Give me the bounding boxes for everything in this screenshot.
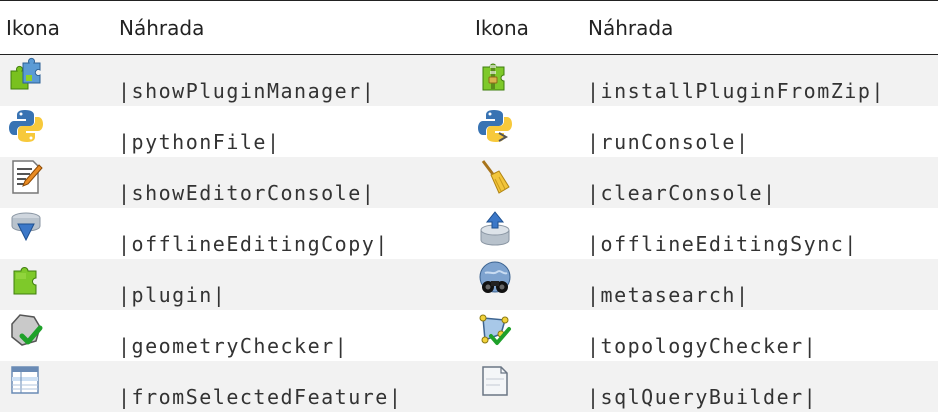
sql-query-builder-icon — [482, 365, 508, 396]
table-row: |pythonFile| |runConsole| — [0, 105, 938, 157]
replacement-code: |clearConsole| — [587, 180, 777, 205]
replacement-code: |plugin| — [118, 282, 227, 307]
replacement-code: |installPluginFromZip| — [587, 79, 885, 103]
icon-column-header: Ikona — [469, 0, 579, 55]
table-row: |offlineEditingCopy| |offlineEditingSync… — [0, 207, 938, 259]
icon-cell — [469, 259, 579, 310]
icon-cell — [0, 361, 110, 412]
icon-cell — [0, 55, 110, 106]
table-row: |geometryChecker| |topologyChecker| — [0, 309, 938, 361]
icon-cell — [469, 310, 579, 361]
replacement-code: |offlineEditingSync| — [587, 231, 858, 256]
geometry-checker-icon — [11, 313, 43, 346]
replacement-column-header: Náhrada — [110, 0, 469, 55]
icon-column-header: Ikona — [0, 0, 110, 55]
replacement-code: |showEditorConsole| — [118, 180, 376, 205]
icon-cell — [469, 208, 579, 259]
table-header-row: Ikona Náhrada Ikona Náhrada — [0, 0, 938, 55]
replacement-code: |topologyChecker| — [587, 333, 818, 358]
editor-console-icon — [12, 159, 43, 194]
clear-console-broom-icon — [481, 159, 510, 194]
replacement-code: |runConsole| — [587, 129, 750, 154]
icon-cell — [0, 259, 110, 310]
run-console-icon — [478, 109, 512, 142]
metasearch-binoculars-icon — [479, 261, 511, 293]
icon-replacement-table: Ikona Náhrada Ikona Náhrada |showPluginM… — [0, 0, 938, 412]
replacement-code: |geometryChecker| — [118, 333, 349, 358]
table-row: |showEditorConsole| |clearConsole| — [0, 156, 938, 208]
python-file-icon — [9, 109, 43, 142]
offline-editing-sync-icon — [480, 210, 510, 246]
table-row: |fromSelectedFeature| |sqlQueryBuilder| — [0, 360, 938, 412]
topology-checker-icon — [479, 314, 511, 345]
icon-cell — [0, 208, 110, 259]
icon-replacement-table-container: Ikona Náhrada Ikona Náhrada |showPluginM… — [0, 0, 938, 412]
replacement-code: |pythonFile| — [118, 129, 281, 154]
replacement-column-header: Náhrada — [579, 0, 938, 55]
replacement-code: |offlineEditingCopy| — [118, 231, 389, 256]
icon-cell — [469, 361, 579, 412]
table-row: |plugin| |metasearch| — [0, 258, 938, 310]
offline-editing-copy-icon — [11, 212, 41, 241]
icon-cell — [0, 157, 110, 208]
icon-cell — [469, 157, 579, 208]
install-plugin-from-zip-icon — [482, 63, 505, 91]
replacement-code: |fromSelectedFeature| — [118, 384, 403, 409]
table-row: |showPluginManager| |installPluginFromZi… — [0, 54, 938, 106]
from-selected-feature-icon — [11, 365, 39, 394]
plugin-manager-icon — [10, 57, 41, 90]
replacement-code: |sqlQueryBuilder| — [587, 384, 818, 409]
replacement-code: |showPluginManager| — [118, 79, 376, 103]
icon-cell — [469, 106, 579, 157]
icon-cell — [469, 55, 579, 106]
plugin-puzzle-icon — [13, 266, 37, 294]
replacement-code: |metasearch| — [587, 282, 750, 307]
icon-cell — [0, 106, 110, 157]
icon-cell — [0, 310, 110, 361]
